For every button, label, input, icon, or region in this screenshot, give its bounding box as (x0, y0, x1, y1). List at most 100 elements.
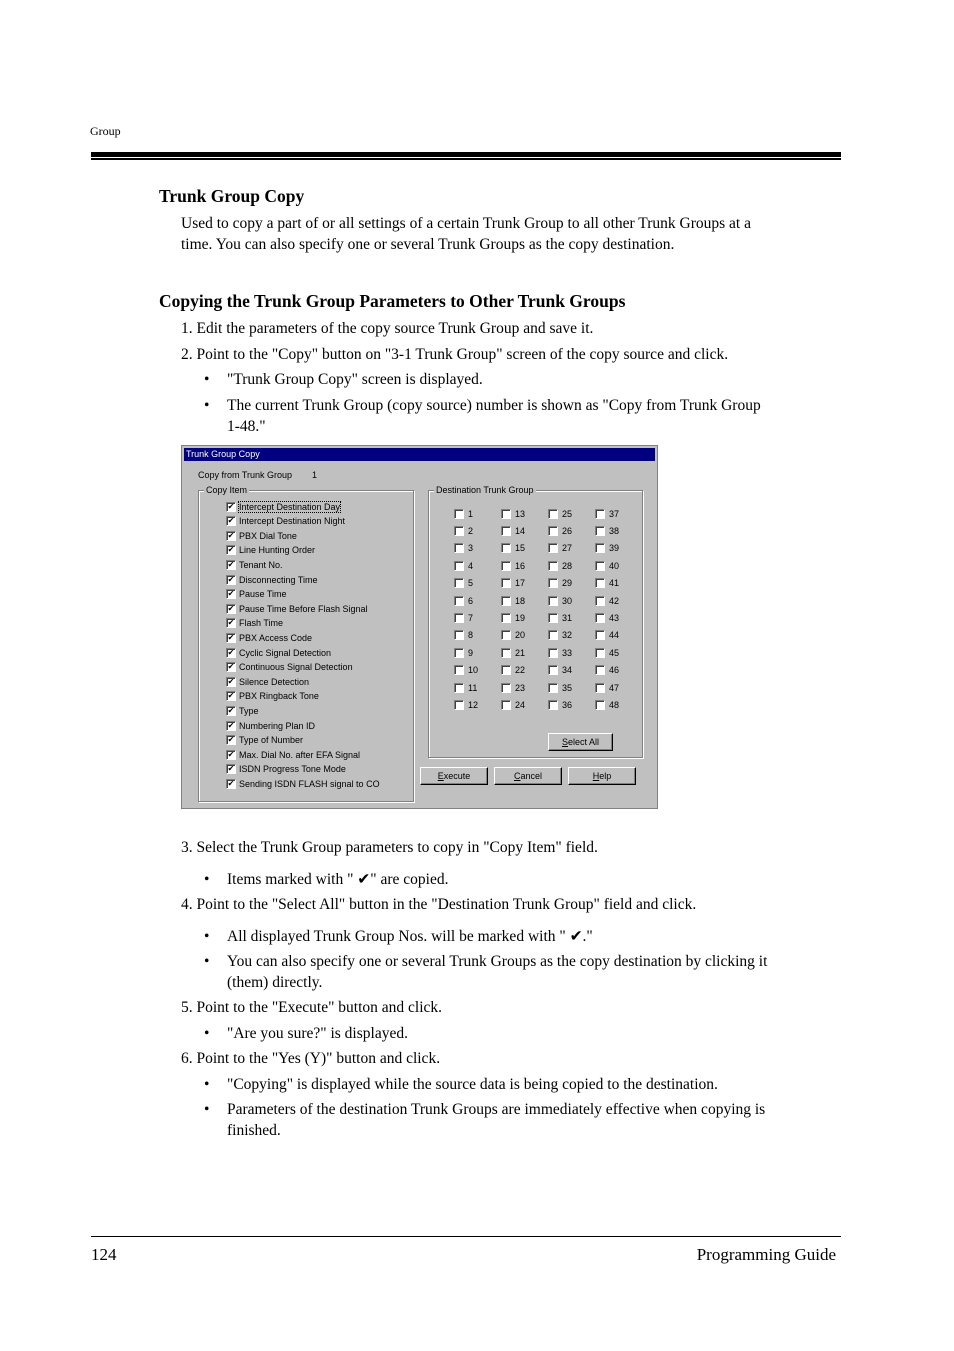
copy-item-checkbox[interactable]: ✔ PBX Access Code (226, 631, 312, 644)
destination-checkbox[interactable]: 2 (454, 524, 473, 537)
checkbox-icon[interactable]: ✔ (226, 691, 236, 702)
destination-checkbox[interactable]: 38 (595, 524, 619, 537)
checkbox-icon[interactable] (501, 682, 511, 693)
checkbox-icon[interactable] (595, 665, 605, 676)
cancel-button[interactable]: Cancel (494, 767, 562, 785)
execute-button[interactable]: Execute (420, 767, 488, 785)
checkbox-icon[interactable] (595, 526, 605, 537)
checkbox-icon[interactable] (548, 647, 558, 658)
checkbox-icon[interactable] (595, 647, 605, 658)
checkbox-icon[interactable] (501, 665, 511, 676)
destination-checkbox[interactable]: 15 (501, 542, 525, 554)
checkbox-icon[interactable] (548, 560, 558, 571)
checkbox-icon[interactable] (595, 508, 605, 519)
checkbox-icon[interactable]: ✔ (226, 560, 236, 571)
destination-checkbox[interactable]: 33 (548, 646, 572, 658)
checkbox-icon[interactable]: ✔ (226, 530, 236, 541)
checkbox-icon[interactable] (595, 560, 605, 571)
checkbox-icon[interactable]: ✔ (226, 501, 236, 512)
destination-checkbox[interactable]: 19 (501, 611, 525, 624)
checkbox-icon[interactable]: ✔ (226, 647, 236, 658)
destination-checkbox[interactable]: 30 (548, 594, 572, 606)
destination-checkbox[interactable]: 42 (595, 594, 619, 606)
checkbox-icon[interactable] (595, 543, 605, 554)
checkbox-icon[interactable] (501, 630, 511, 641)
checkbox-icon[interactable]: ✔ (226, 720, 236, 731)
checkbox-icon[interactable] (548, 543, 558, 554)
destination-checkbox[interactable]: 20 (501, 629, 525, 641)
destination-checkbox[interactable]: 4 (454, 559, 473, 571)
checkbox-icon[interactable] (501, 595, 511, 606)
destination-checkbox[interactable]: 7 (454, 611, 473, 624)
checkbox-icon[interactable] (595, 595, 605, 606)
checkbox-icon[interactable] (454, 613, 464, 624)
checkbox-icon[interactable] (595, 700, 605, 711)
destination-checkbox[interactable]: 48 (595, 698, 619, 711)
checkbox-icon[interactable]: ✔ (226, 574, 236, 585)
checkbox-icon[interactable] (501, 560, 511, 571)
checkbox-icon[interactable] (454, 543, 464, 554)
checkbox-icon[interactable]: ✔ (226, 516, 236, 527)
destination-checkbox[interactable]: 11 (454, 681, 477, 693)
checkbox-icon[interactable] (454, 560, 464, 571)
destination-checkbox[interactable]: 24 (501, 698, 525, 711)
copy-item-checkbox[interactable]: ✔ Flash Time (226, 617, 283, 629)
destination-checkbox[interactable]: 22 (501, 664, 525, 676)
destination-checkbox[interactable]: 40 (595, 559, 619, 571)
checkbox-icon[interactable] (454, 526, 464, 537)
copy-item-checkbox[interactable]: ✔ Silence Detection (226, 675, 309, 687)
checkbox-icon[interactable] (501, 526, 511, 537)
destination-checkbox[interactable]: 18 (501, 594, 525, 606)
checkbox-icon[interactable] (595, 578, 605, 589)
checkbox-icon[interactable]: ✔ (226, 749, 236, 760)
copy-item-checkbox[interactable]: ✔ Max. Dial No. after EFA Signal (226, 748, 360, 760)
checkbox-icon[interactable]: ✔ (226, 603, 236, 614)
checkbox-icon[interactable] (454, 682, 464, 693)
destination-checkbox[interactable]: 44 (595, 629, 619, 641)
checkbox-icon[interactable] (501, 700, 511, 711)
copy-item-checkbox[interactable]: ✔ PBX Dial Tone (226, 529, 297, 541)
checkbox-icon[interactable] (548, 508, 558, 519)
checkbox-icon[interactable] (454, 578, 464, 589)
checkbox-icon[interactable] (501, 647, 511, 658)
destination-checkbox[interactable]: 16 (501, 559, 525, 571)
copy-item-checkbox[interactable]: ✔ Type (226, 704, 259, 717)
destination-checkbox[interactable]: 23 (501, 681, 525, 693)
destination-checkbox[interactable]: 21 (501, 646, 525, 658)
checkbox-icon[interactable]: ✔ (226, 545, 236, 556)
copy-item-checkbox[interactable]: ✔ Tenant No. (226, 558, 283, 571)
checkbox-icon[interactable] (548, 613, 558, 624)
copy-item-checkbox[interactable]: ✔ Type of Number (226, 734, 303, 746)
copy-item-checkbox[interactable]: ✔ ISDN Progress Tone Mode (226, 763, 346, 775)
copy-item-checkbox[interactable]: ✔ Intercept Destination Night (226, 515, 345, 527)
checkbox-icon[interactable]: ✔ (226, 735, 236, 746)
destination-checkbox[interactable]: 46 (595, 664, 619, 676)
destination-checkbox[interactable]: 37 (595, 507, 619, 519)
checkbox-icon[interactable] (595, 613, 605, 624)
checkbox-icon[interactable]: ✔ (226, 764, 236, 775)
destination-checkbox[interactable]: 29 (548, 577, 572, 589)
checkbox-icon[interactable]: ✔ (226, 589, 236, 600)
copy-item-checkbox[interactable]: ✔ Line Hunting Order (226, 544, 315, 556)
checkbox-icon[interactable]: ✔ (226, 662, 236, 673)
copy-item-checkbox[interactable]: ✔ Cyclic Signal Detection (226, 646, 331, 658)
destination-checkbox[interactable]: 6 (454, 594, 473, 606)
checkbox-icon[interactable] (548, 700, 558, 711)
destination-checkbox[interactable]: 35 (548, 681, 572, 693)
destination-checkbox[interactable]: 25 (548, 507, 572, 519)
destination-checkbox[interactable]: 39 (595, 542, 619, 554)
checkbox-icon[interactable]: ✔ (226, 706, 236, 717)
destination-checkbox[interactable]: 47 (595, 681, 619, 693)
destination-checkbox[interactable]: 13 (501, 507, 525, 519)
destination-checkbox[interactable]: 41 (595, 577, 619, 589)
checkbox-icon[interactable] (548, 630, 558, 641)
checkbox-icon[interactable] (548, 526, 558, 537)
copy-item-checkbox[interactable]: ✔ Disconnecting Time (226, 573, 318, 585)
destination-checkbox[interactable]: 10 (454, 664, 478, 676)
copy-item-checkbox[interactable]: ✔ Continuous Signal Detection (226, 661, 353, 673)
destination-checkbox[interactable]: 12 (454, 698, 478, 711)
copy-item-checkbox[interactable]: ✔ Pause Time Before Flash Signal (226, 602, 368, 614)
destination-checkbox[interactable]: 8 (454, 629, 473, 641)
destination-checkbox[interactable]: 32 (548, 629, 572, 641)
select-all-button[interactable]: Select All (548, 733, 613, 751)
